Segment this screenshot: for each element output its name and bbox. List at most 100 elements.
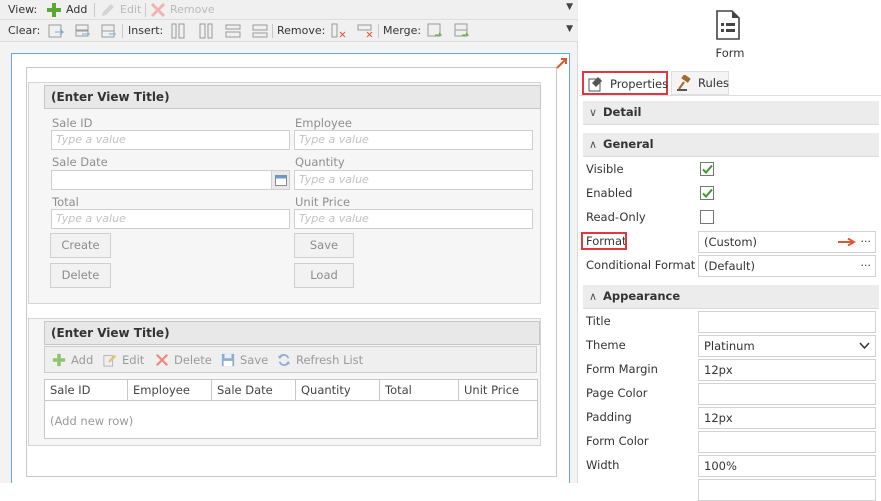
page-color-label: Page Color [586, 386, 648, 400]
add-new-row-link[interactable]: (Add new row) [50, 414, 133, 428]
create-button[interactable]: Create [50, 233, 111, 258]
section-general[interactable]: ∧ General [583, 133, 879, 157]
refresh-icon [277, 354, 291, 366]
total-input[interactable]: Type a value [51, 209, 290, 229]
insert-row-above-icon[interactable] [225, 23, 241, 39]
form-margin-input[interactable]: 12px [698, 359, 876, 381]
quantity-input[interactable]: Type a value [294, 170, 533, 190]
title-label: Title [586, 314, 611, 328]
insert-column-left-icon[interactable] [170, 23, 186, 39]
view-edit-button[interactable]: Edit [100, 2, 141, 18]
theme-value: Platinum [704, 339, 755, 353]
clear-cell-icon[interactable] [48, 23, 64, 39]
visible-label: Visible [586, 162, 624, 176]
insert-label: Insert: [128, 24, 164, 37]
form-margin-label: Form Margin [586, 362, 658, 376]
insert-column-right-icon[interactable] [198, 23, 214, 39]
list-body: (Add new row) [44, 401, 538, 439]
gavel-icon [677, 75, 691, 91]
view-title[interactable]: (Enter View Title) [44, 85, 541, 109]
check-icon [702, 164, 713, 174]
unit-price-input[interactable]: Type a value [294, 209, 533, 229]
toolbar-separator [94, 3, 95, 17]
page-color-input[interactable] [698, 383, 876, 405]
tab-rules[interactable]: Rules [671, 71, 729, 95]
section-general-label: General [603, 137, 654, 151]
format-value-text: (Custom) [704, 235, 758, 249]
calendar-icon [275, 175, 287, 186]
conditional-format-value[interactable]: (Default) ··· [698, 255, 876, 277]
load-button[interactable]: Load [294, 263, 354, 288]
toolbar-separator [272, 24, 273, 38]
theme-select[interactable]: Platinum [698, 335, 876, 357]
resize-handle-icon[interactable] [556, 57, 568, 69]
list-delete-label: Delete [174, 353, 212, 367]
width-input[interactable]: 100% [698, 455, 876, 477]
clear-table-icon[interactable] [101, 23, 117, 39]
toolbar-expand-arrow[interactable]: ▼ [566, 24, 573, 34]
conditional-format-ellipsis-button[interactable]: ··· [861, 256, 872, 276]
list-add-button[interactable]: Add [52, 352, 93, 368]
view-title[interactable]: (Enter View Title) [44, 321, 540, 345]
form-color-input[interactable] [698, 431, 876, 453]
toolbar-expand-arrow[interactable]: ▼ [566, 2, 573, 12]
section-detail[interactable]: ∨ Detail [583, 101, 879, 125]
view-remove-button[interactable]: Remove [150, 2, 215, 18]
tabs-divider [579, 95, 881, 96]
tab-properties[interactable]: Properties [582, 71, 668, 95]
chevron-up-icon: ∧ [589, 290, 598, 303]
view-add-button[interactable]: Add [46, 2, 87, 18]
list-delete-button[interactable]: Delete [155, 352, 212, 368]
toolbar-separator [122, 24, 123, 38]
merge-cells-icon[interactable] [427, 23, 443, 39]
properties-icon [588, 77, 602, 92]
column-header[interactable]: Unit Price [459, 380, 537, 400]
list-refresh-button[interactable]: Refresh List [277, 352, 363, 368]
format-ellipsis-button[interactable]: ··· [861, 232, 872, 252]
quantity-label: Quantity [295, 155, 345, 169]
format-value[interactable]: (Custom) ··· [698, 231, 876, 253]
pencil-icon [102, 4, 114, 16]
read-only-checkbox[interactable] [700, 210, 714, 224]
sale-date-picker[interactable] [51, 170, 290, 190]
insert-row-below-icon[interactable] [252, 23, 268, 39]
delete-button[interactable]: Delete [50, 263, 111, 288]
clear-row-icon[interactable] [75, 23, 91, 39]
remove-column-icon[interactable] [330, 23, 346, 39]
check-icon [702, 188, 713, 198]
merge-rows-icon[interactable] [454, 23, 470, 39]
save-button[interactable]: Save [294, 233, 354, 258]
column-header[interactable]: Quantity [296, 380, 380, 400]
section-detail-label: Detail [603, 105, 642, 119]
tab-rules-label: Rules [698, 76, 730, 90]
padding-label: Padding [586, 410, 632, 424]
padding-input[interactable]: 12px [698, 407, 876, 429]
view-add-label: Add [66, 3, 88, 16]
arrow-right-icon [838, 238, 856, 246]
list-edit-button[interactable]: Edit [103, 352, 144, 368]
total-label: Total [52, 195, 79, 209]
format-highlight [581, 232, 627, 250]
section-appearance[interactable]: ∧ Appearance [583, 285, 879, 309]
properties-panel: Form Properties Rules ∨ Detail ∧ General… [579, 0, 881, 501]
column-header[interactable]: Sale Date [212, 380, 296, 400]
column-header[interactable]: Sale ID [45, 380, 128, 400]
sale-id-input[interactable]: Type a value [51, 130, 290, 150]
section-appearance-label: Appearance [603, 289, 681, 303]
employee-input[interactable]: Type a value [294, 130, 533, 150]
column-header[interactable]: Total [380, 380, 459, 400]
list-save-label: Save [240, 353, 269, 367]
object-type-label: Form [715, 46, 745, 60]
column-header[interactable]: Employee [128, 380, 212, 400]
list-save-button[interactable]: Save [221, 352, 268, 368]
next-property-input[interactable] [698, 479, 876, 501]
remove-row-icon[interactable] [357, 23, 373, 39]
sale-date-label: Sale Date [52, 155, 108, 169]
form-color-label: Form Color [586, 434, 649, 448]
calendar-button[interactable] [271, 171, 289, 189]
read-only-label: Read-Only [586, 210, 646, 224]
tab-properties-label: Properties [610, 77, 669, 91]
enabled-checkbox[interactable] [700, 186, 714, 200]
visible-checkbox[interactable] [700, 162, 714, 176]
title-input[interactable] [698, 311, 876, 333]
